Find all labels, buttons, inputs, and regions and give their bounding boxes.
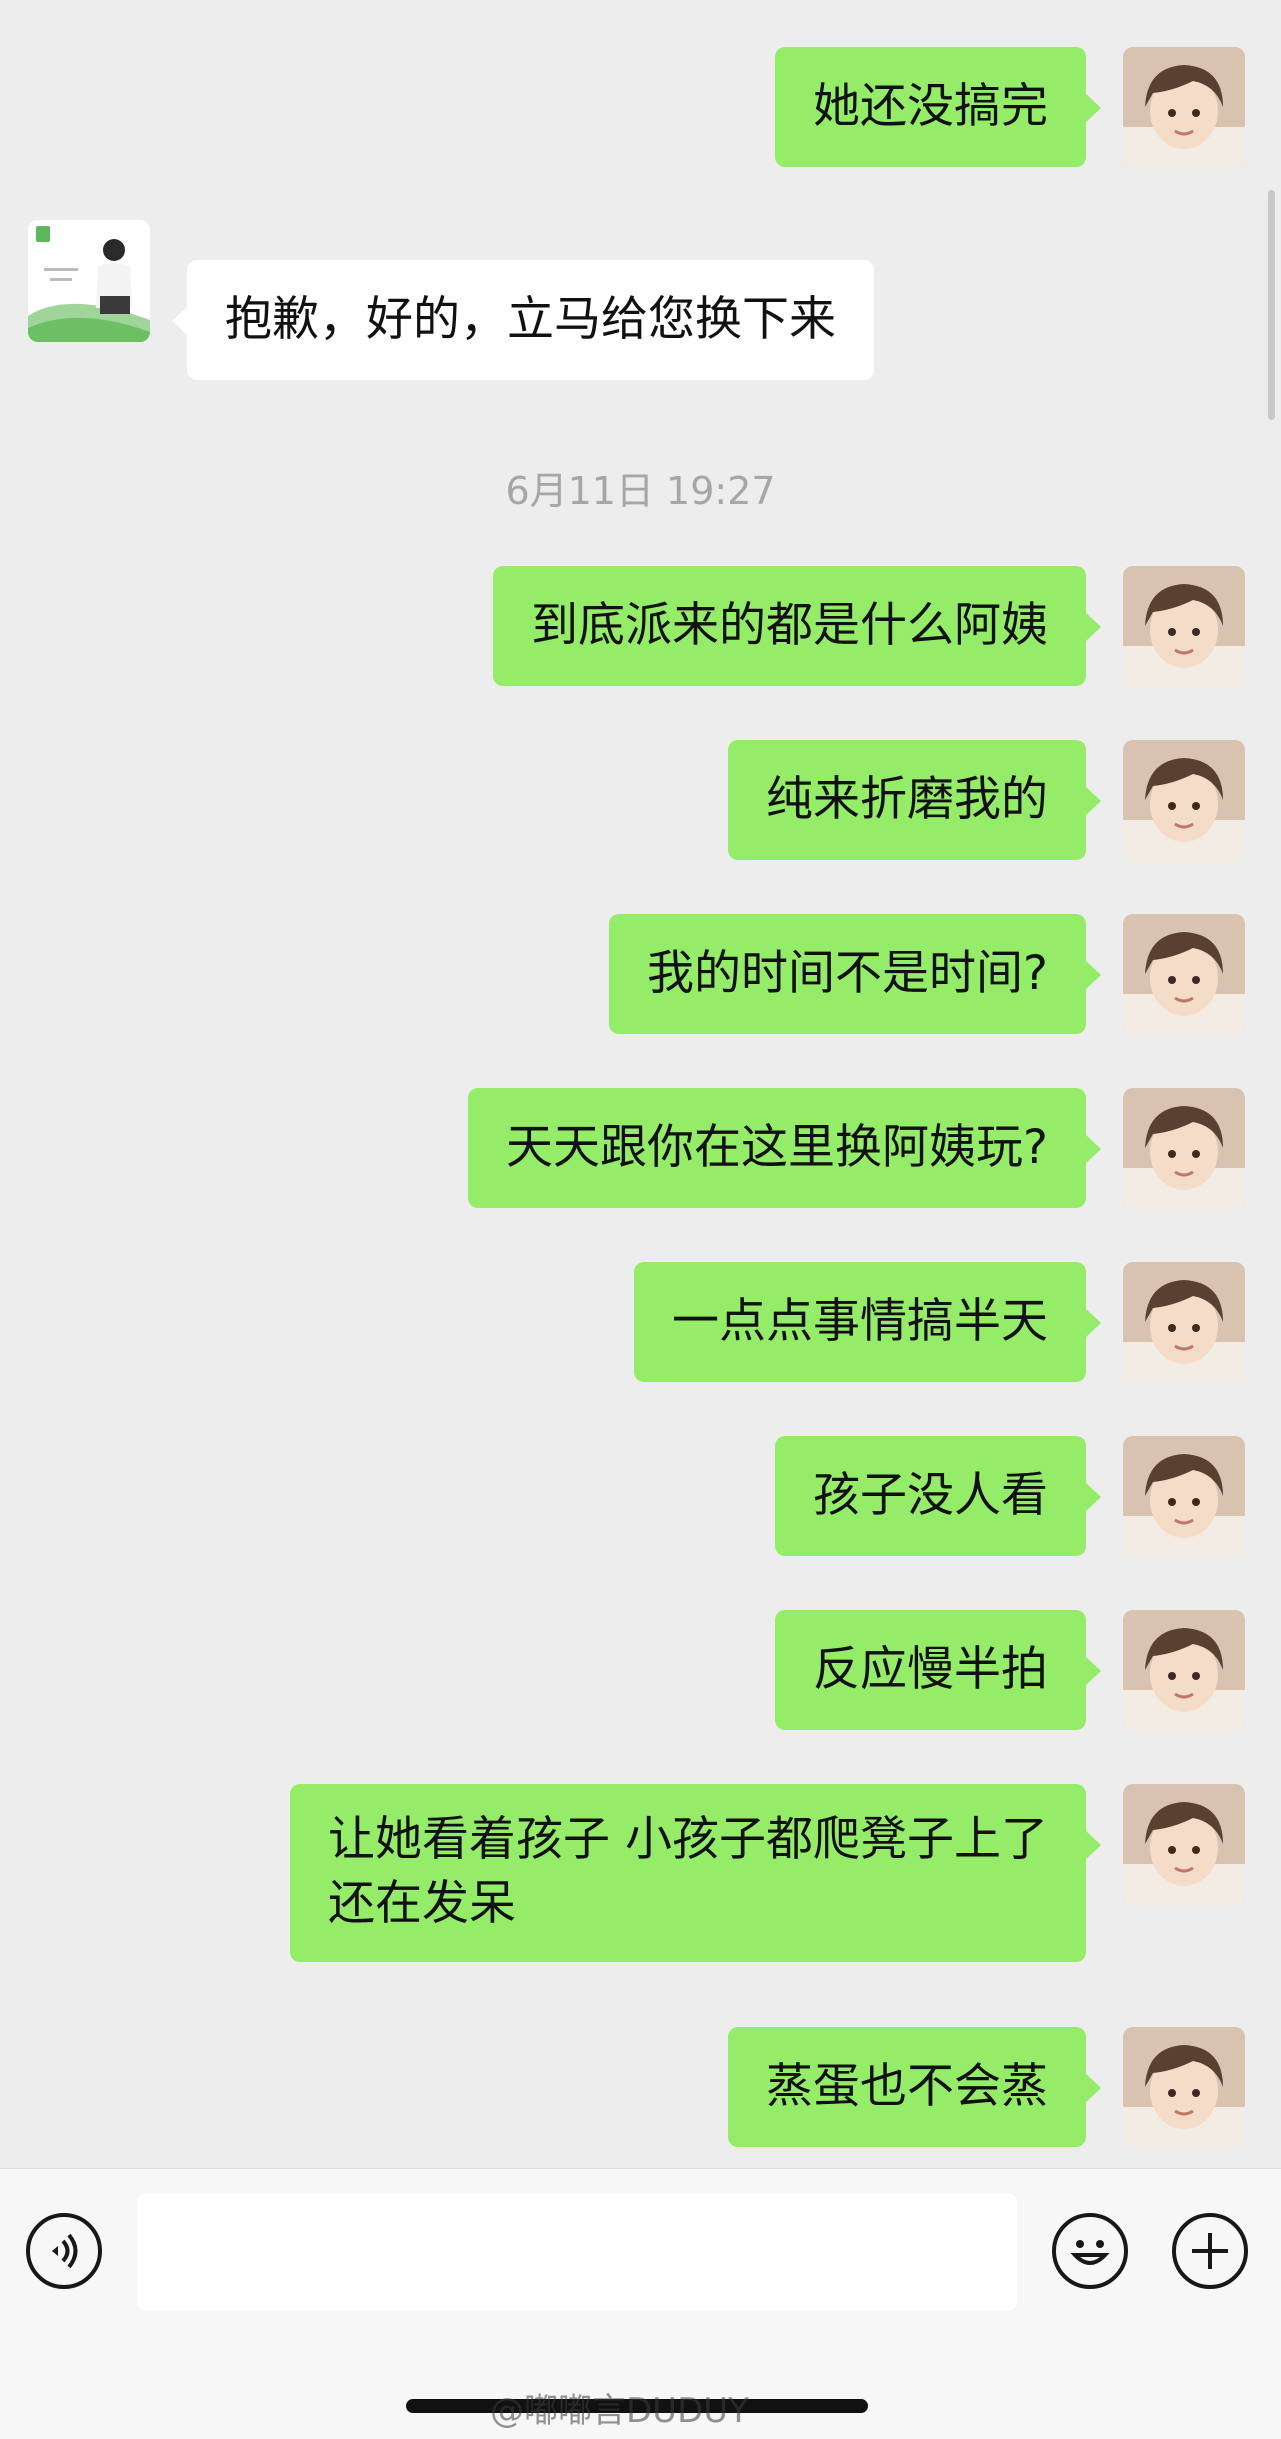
my-avatar[interactable] bbox=[1123, 914, 1245, 1036]
message-timestamp: 6月11日 19:27 bbox=[505, 469, 776, 513]
my-avatar[interactable] bbox=[1123, 1610, 1245, 1732]
message-text: 一点点事情搞半天 bbox=[672, 1294, 1048, 1349]
voice-icon[interactable] bbox=[26, 2213, 102, 2289]
my-avatar[interactable] bbox=[1123, 1436, 1245, 1558]
message-bubble-me[interactable]: 天天跟你在这里换阿姨玩? bbox=[468, 1088, 1101, 1208]
message-text: 我的时间不是时间? bbox=[647, 946, 1048, 1001]
scrollbar[interactable] bbox=[1268, 190, 1275, 420]
my-avatar[interactable] bbox=[1123, 1262, 1245, 1384]
message-text: 孩子没人看 bbox=[813, 1468, 1048, 1523]
message-text: 到底派来的都是什么阿姨 bbox=[531, 598, 1048, 653]
message-bubble-other[interactable]: 抱歉，好的，立马给您换下来 bbox=[172, 260, 874, 380]
message-text: 反应慢半拍 bbox=[813, 1642, 1048, 1697]
message-text: 纯来折磨我的 bbox=[766, 772, 1048, 827]
message-bubble-me[interactable]: 蒸蛋也不会蒸 bbox=[728, 2027, 1101, 2147]
emoji-icon[interactable] bbox=[1052, 2213, 1128, 2289]
message-input[interactable] bbox=[137, 2193, 1017, 2311]
message-list[interactable]: 她还没搞完 抱歉，好的，立马给您换下来 6月11日 19:27 到底派来的都是什… bbox=[0, 0, 1281, 2168]
message-text-line: 还在发呆 bbox=[328, 1876, 517, 1931]
sender-name-blurred bbox=[200, 205, 500, 245]
contact-avatar[interactable] bbox=[28, 220, 150, 342]
message-bubble-me[interactable]: 反应慢半拍 bbox=[775, 1610, 1101, 1730]
message-text: 抱歉，好的，立马给您换下来 bbox=[225, 292, 836, 347]
message-bubble-me[interactable]: 我的时间不是时间? bbox=[609, 914, 1101, 1034]
my-avatar[interactable] bbox=[1123, 1088, 1245, 1210]
message-bubble-me[interactable]: 她还没搞完 bbox=[775, 47, 1101, 167]
message-text: 她还没搞完 bbox=[813, 79, 1048, 134]
plus-icon[interactable] bbox=[1172, 2213, 1248, 2289]
my-avatar[interactable] bbox=[1123, 740, 1245, 862]
message-text-line: 让她看着孩子 小孩子都爬凳子上了 bbox=[328, 1812, 1048, 1867]
message-bubble-me[interactable]: 到底派来的都是什么阿姨 bbox=[493, 566, 1101, 686]
watermark: @嘟嘟言DUDUY bbox=[490, 2391, 749, 2431]
message-bubble-me[interactable]: 纯来折磨我的 bbox=[728, 740, 1101, 860]
my-avatar[interactable] bbox=[1123, 47, 1245, 169]
message-text: 蒸蛋也不会蒸 bbox=[766, 2059, 1048, 2114]
message-text: 天天跟你在这里换阿姨玩? bbox=[506, 1120, 1048, 1175]
my-avatar[interactable] bbox=[1123, 2027, 1245, 2149]
my-avatar[interactable] bbox=[1123, 1784, 1245, 1906]
message-bubble-me[interactable]: 孩子没人看 bbox=[775, 1436, 1101, 1556]
my-avatar[interactable] bbox=[1123, 566, 1245, 688]
chat-screen: 她还没搞完 抱歉，好的，立马给您换下来 6月11日 19:27 到底派来的都是什… bbox=[0, 0, 1281, 2439]
message-bubble-me[interactable]: 让她看着孩子 小孩子都爬凳子上了 还在发呆 bbox=[290, 1784, 1101, 1962]
message-bubble-me[interactable]: 一点点事情搞半天 bbox=[634, 1262, 1101, 1382]
